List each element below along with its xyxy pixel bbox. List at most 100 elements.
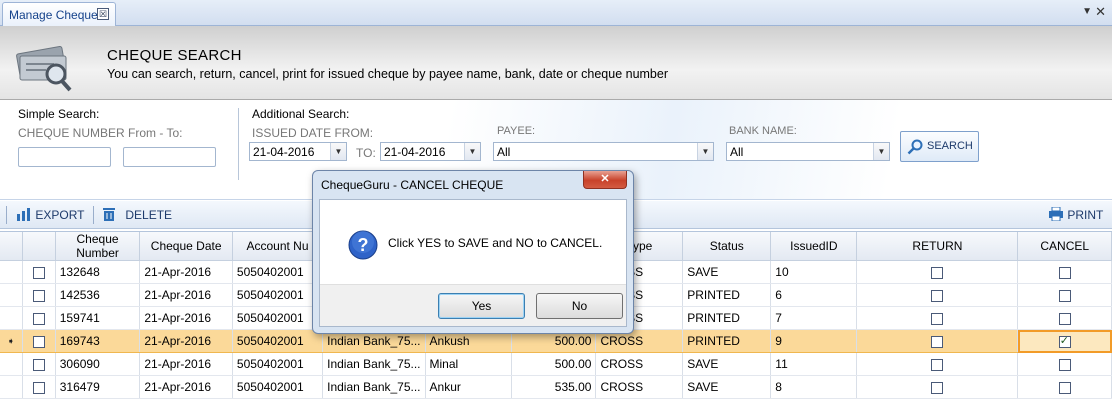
header-return[interactable]: RETURN bbox=[856, 232, 1019, 261]
cell-cheque-date: 21-Apr-2016 bbox=[139, 329, 233, 353]
cell-account-number: 5050402001 bbox=[232, 352, 324, 376]
cancel-checkbox[interactable] bbox=[1058, 289, 1071, 302]
toolbar-separator bbox=[6, 206, 7, 224]
return-checkbox[interactable] bbox=[931, 266, 944, 279]
cell-issued-id: 6 bbox=[770, 283, 858, 307]
header-cancel[interactable]: CANCEL bbox=[1017, 232, 1112, 261]
tab-manage-cheque[interactable]: Manage Cheque ☒ bbox=[2, 2, 116, 26]
cell-return[interactable] bbox=[856, 260, 1019, 284]
dialog-message: Click YES to SAVE and NO to CANCEL. bbox=[388, 236, 603, 250]
delete-button[interactable]: DELETE bbox=[102, 207, 172, 222]
cell-cheque-number: 306090 bbox=[55, 352, 141, 376]
cell-return[interactable] bbox=[856, 283, 1019, 307]
cell-cancel[interactable] bbox=[1017, 352, 1112, 376]
select-checkbox[interactable] bbox=[32, 358, 45, 371]
cheque-from-input[interactable] bbox=[18, 147, 111, 167]
chevron-down-icon[interactable]: ▼ bbox=[464, 143, 480, 160]
cell-cancel[interactable] bbox=[1017, 329, 1112, 353]
cancel-checkbox[interactable] bbox=[1058, 381, 1071, 394]
return-checkbox[interactable] bbox=[931, 358, 944, 371]
chevron-down-icon[interactable]: ▼ bbox=[697, 143, 713, 160]
return-checkbox[interactable] bbox=[931, 289, 944, 302]
export-label: EXPORT bbox=[35, 208, 85, 222]
cancel-checkbox[interactable] bbox=[1058, 358, 1071, 371]
search-button[interactable]: SEARCH bbox=[900, 131, 979, 162]
row-indicator bbox=[0, 260, 23, 284]
select-checkbox[interactable] bbox=[32, 381, 45, 394]
cell-return[interactable] bbox=[856, 306, 1019, 330]
row-select-cell[interactable] bbox=[22, 375, 56, 399]
issued-to-date-picker[interactable]: 21-04-2016 ▼ bbox=[380, 142, 481, 161]
tab-list-dropdown-icon[interactable]: ▼ bbox=[1082, 6, 1092, 17]
cell-amount: 500.00 bbox=[511, 352, 597, 376]
cell-return[interactable] bbox=[856, 329, 1019, 353]
print-button[interactable]: PRINT bbox=[1048, 206, 1104, 222]
cell-cheque-date: 21-Apr-2016 bbox=[139, 352, 233, 376]
chevron-down-icon[interactable]: ▼ bbox=[330, 143, 346, 160]
cell-cheque-date: 21-Apr-2016 bbox=[139, 260, 233, 284]
cell-cancel[interactable] bbox=[1017, 306, 1112, 330]
cell-status: PRINTED bbox=[682, 329, 772, 353]
cell-bank: Indian Bank_75... bbox=[322, 352, 426, 376]
cheque-to-input[interactable] bbox=[123, 147, 216, 167]
close-window-icon[interactable]: ✕ bbox=[1095, 4, 1106, 20]
export-button[interactable]: EXPORT bbox=[16, 207, 84, 222]
print-label: PRINT bbox=[1067, 208, 1104, 222]
cell-cheque-date: 21-Apr-2016 bbox=[139, 306, 233, 330]
cell-cheque-date: 21-Apr-2016 bbox=[139, 283, 233, 307]
table-row[interactable]: 316479 21-Apr-2016 5050402001 Indian Bank_7… bbox=[0, 375, 1112, 399]
return-checkbox[interactable] bbox=[931, 335, 944, 348]
header-account-number[interactable]: Account Nu bbox=[232, 232, 324, 261]
row-select-cell[interactable] bbox=[22, 329, 56, 353]
cell-return[interactable] bbox=[856, 375, 1019, 399]
return-checkbox[interactable] bbox=[931, 381, 944, 394]
cell-cancel[interactable] bbox=[1017, 375, 1112, 399]
tab-close-icon[interactable]: ☒ bbox=[97, 8, 109, 20]
table-row[interactable]: 306090 21-Apr-2016 5050402001 Indian Bank_7… bbox=[0, 352, 1112, 376]
row-select-cell[interactable] bbox=[22, 283, 56, 307]
row-select-cell[interactable] bbox=[22, 260, 56, 284]
payee-dropdown[interactable]: All ▼ bbox=[493, 142, 714, 161]
page-subtitle: You can search, return, cancel, print fo… bbox=[107, 67, 668, 81]
header-cheque-number[interactable]: Cheque Number bbox=[55, 232, 141, 261]
select-checkbox[interactable] bbox=[32, 266, 45, 279]
dialog-title: ChequeGuru - CANCEL CHEQUE bbox=[321, 178, 504, 192]
cell-cancel[interactable] bbox=[1017, 260, 1112, 284]
row-select-cell[interactable] bbox=[22, 306, 56, 330]
row-indicator bbox=[0, 352, 23, 376]
select-checkbox[interactable] bbox=[32, 289, 45, 302]
header-select bbox=[22, 232, 56, 261]
cell-cheque-number: 142536 bbox=[55, 283, 141, 307]
cell-account-number: 5050402001 bbox=[232, 283, 324, 307]
bank-name-dropdown[interactable]: All ▼ bbox=[726, 142, 890, 161]
printer-icon bbox=[1049, 206, 1063, 222]
return-checkbox[interactable] bbox=[931, 312, 944, 325]
yes-button[interactable]: Yes bbox=[438, 293, 525, 319]
cell-status: PRINTED bbox=[682, 283, 772, 307]
chevron-down-icon[interactable]: ▼ bbox=[873, 143, 889, 160]
search-icon bbox=[907, 139, 923, 155]
header-status[interactable]: Status bbox=[682, 232, 772, 261]
issued-from-date-picker[interactable]: 21-04-2016 ▼ bbox=[249, 142, 347, 161]
document-tab-strip: Manage Cheque ☒ ▼ ✕ bbox=[0, 0, 1112, 26]
dialog-footer: Yes No bbox=[320, 284, 626, 326]
cell-status: SAVE bbox=[682, 352, 772, 376]
cancel-checkbox[interactable] bbox=[1058, 312, 1071, 325]
select-checkbox[interactable] bbox=[32, 312, 45, 325]
cancel-checkbox[interactable] bbox=[1058, 334, 1071, 348]
select-checkbox[interactable] bbox=[32, 335, 45, 348]
row-select-cell[interactable] bbox=[22, 352, 56, 376]
dialog-close-button[interactable]: ✕ bbox=[583, 171, 627, 189]
header-issued-id[interactable]: IssuedID bbox=[770, 232, 858, 261]
no-button[interactable]: No bbox=[536, 293, 623, 319]
cell-cancel[interactable] bbox=[1017, 283, 1112, 307]
cell-return[interactable] bbox=[856, 352, 1019, 376]
header-cheque-date[interactable]: Cheque Date bbox=[139, 232, 233, 261]
cell-type: CROSS bbox=[595, 352, 684, 376]
payee-value: All bbox=[497, 145, 511, 159]
page-header: CHEQUE SEARCH You can search, return, ca… bbox=[0, 26, 1112, 100]
cell-issued-id: 11 bbox=[770, 352, 858, 376]
cancel-checkbox[interactable] bbox=[1058, 266, 1071, 279]
header-indicator bbox=[0, 232, 23, 261]
cell-account-number: 5050402001 bbox=[232, 375, 324, 399]
